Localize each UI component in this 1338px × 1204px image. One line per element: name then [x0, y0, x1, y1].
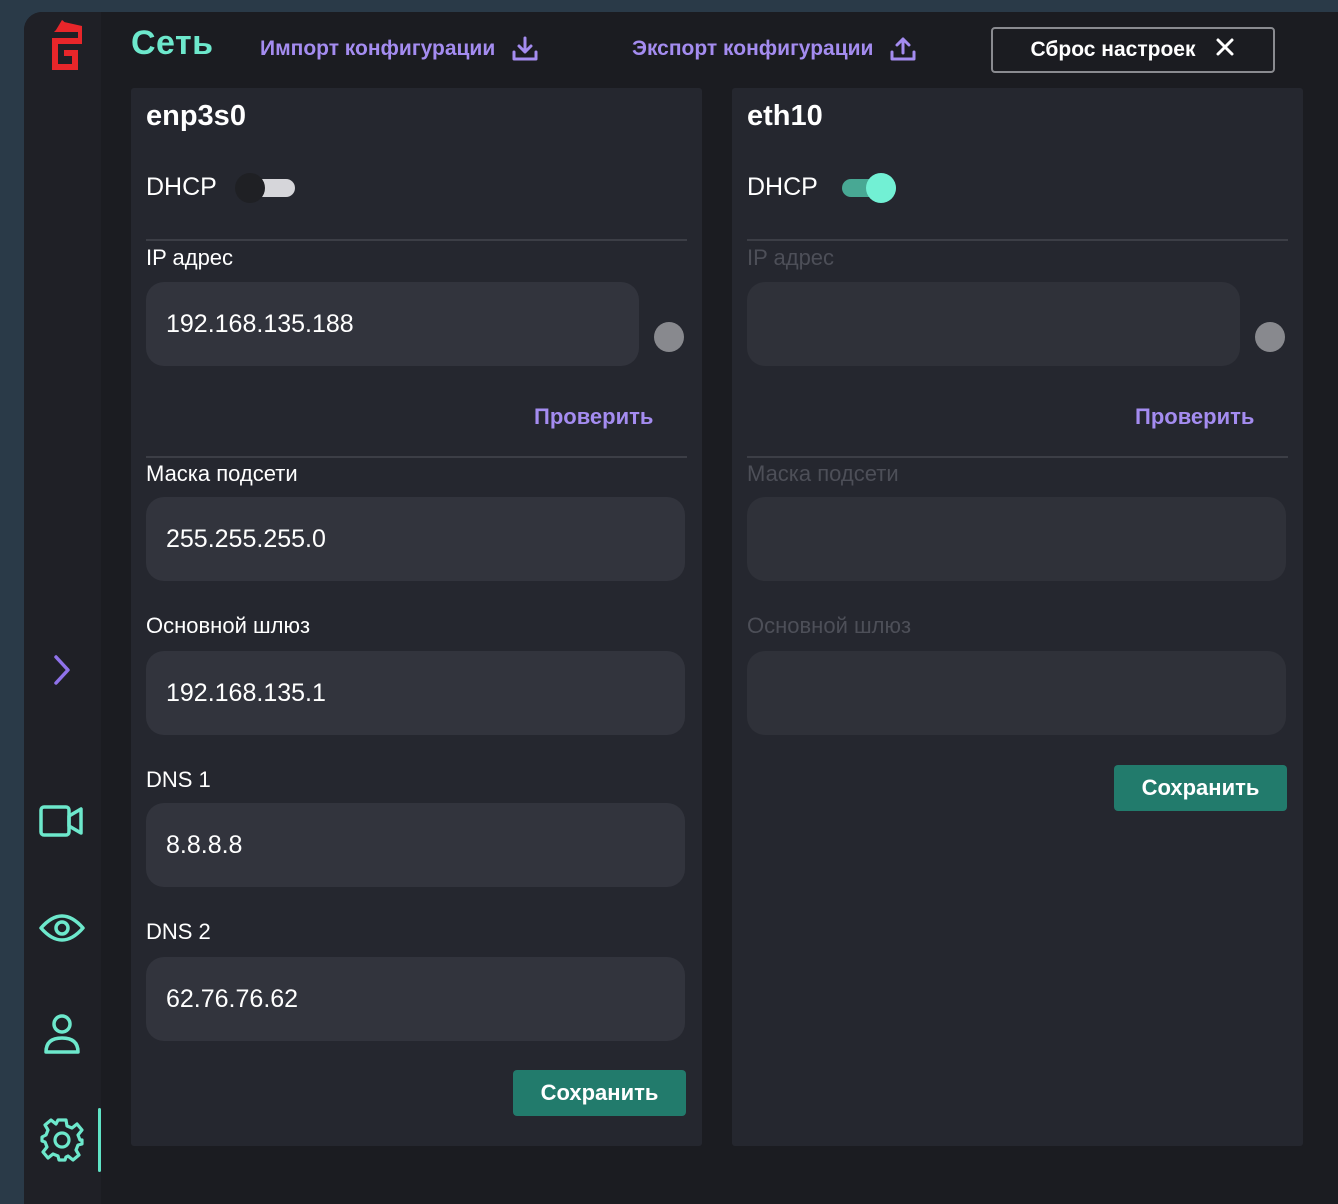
gateway-input [747, 651, 1286, 735]
close-icon [1215, 37, 1235, 63]
dhcp-row: DHCP [146, 170, 295, 204]
divider [146, 456, 687, 458]
ip-status-indicator [654, 322, 684, 352]
dhcp-toggle[interactable] [234, 170, 295, 204]
active-nav-indicator [98, 1108, 101, 1172]
gateway-label: Основной шлюз [146, 613, 311, 638]
reset-settings-button[interactable]: Сброс настроек [991, 27, 1275, 73]
page-header: Сеть Импорт конфигурации Экспорт конфигу… [101, 12, 1338, 88]
gateway-label: Основной шлюз [747, 613, 912, 638]
save-button[interactable]: Сохранить [513, 1070, 686, 1116]
ip-address-input[interactable] [146, 282, 639, 366]
subnet-mask-input[interactable] [146, 497, 685, 581]
dhcp-row: DHCP [747, 170, 896, 204]
check-ip-link[interactable]: Проверить [534, 404, 653, 430]
eye-icon[interactable] [38, 904, 86, 952]
divider [747, 456, 1288, 458]
ip-label: IP адрес [747, 245, 835, 270]
app-window: Сеть Импорт конфигурации Экспорт конфигу… [24, 12, 1338, 1204]
dhcp-label: DHCP [146, 172, 217, 201]
mask-label: Маска подсети [747, 461, 899, 486]
user-icon[interactable] [38, 1010, 86, 1058]
dhcp-label: DHCP [747, 172, 818, 201]
ip-status-indicator [1255, 322, 1285, 352]
page-title: Сеть [131, 24, 214, 62]
gateway-input[interactable] [146, 651, 685, 735]
divider [747, 239, 1288, 241]
ip-label: IP адрес [146, 245, 234, 270]
save-button[interactable]: Сохранить [1114, 765, 1287, 811]
interface-name: eth10 [747, 100, 823, 132]
interface-card-enp3s0: enp3s0 DHCP IP адрес Проверить Маска под… [131, 88, 702, 1146]
check-ip-link[interactable]: Проверить [1135, 404, 1254, 430]
dns2-input[interactable] [146, 957, 685, 1041]
camera-icon[interactable] [38, 797, 86, 845]
dns2-label: DNS 2 [146, 919, 211, 944]
sidebar [24, 12, 101, 1204]
download-icon [511, 35, 539, 63]
interface-card-eth10: eth10 DHCP IP адрес Проверить Маска подс… [732, 88, 1303, 1146]
export-config-label: Экспорт конфигурации [632, 37, 874, 60]
import-config-label: Импорт конфигурации [260, 37, 496, 60]
settings-icon[interactable] [38, 1116, 86, 1164]
dhcp-toggle[interactable] [836, 170, 896, 204]
interface-name: enp3s0 [146, 100, 246, 132]
upload-icon [889, 35, 917, 63]
export-config-button[interactable]: Экспорт конфигурации [632, 35, 917, 63]
subnet-mask-input [747, 497, 1286, 581]
dns1-input[interactable] [146, 803, 685, 887]
reset-settings-label: Сброс настроек [1030, 38, 1196, 61]
mask-label: Маска подсети [146, 461, 298, 486]
app-logo [42, 18, 84, 82]
expand-chevron-icon[interactable] [38, 646, 86, 694]
dns1-label: DNS 1 [146, 767, 211, 792]
ip-address-input [747, 282, 1240, 366]
divider [146, 239, 687, 241]
import-config-button[interactable]: Импорт конфигурации [260, 35, 539, 63]
